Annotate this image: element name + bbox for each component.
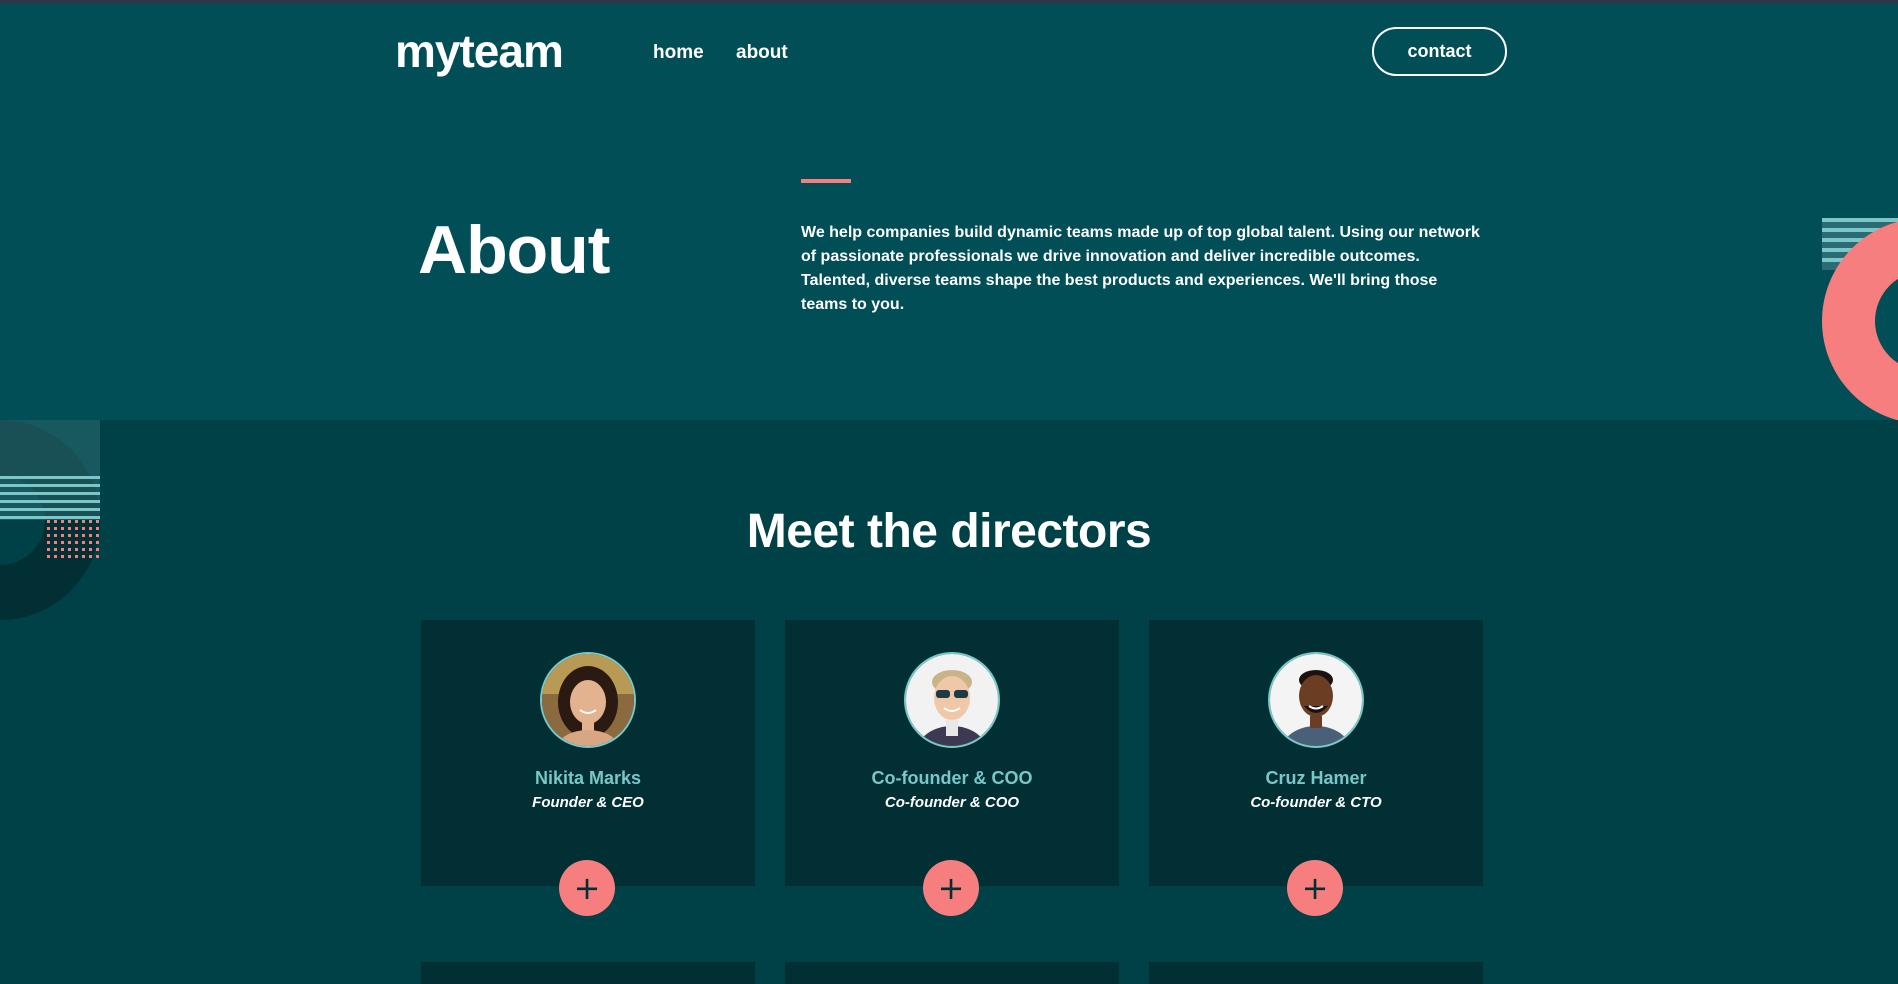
accent-bar xyxy=(801,179,851,183)
page-title: About xyxy=(418,212,610,288)
expand-plus-button[interactable]: + xyxy=(1287,860,1343,916)
director-card: Nikita Marks Founder & CEO + xyxy=(421,620,755,916)
director-card-partial xyxy=(1149,962,1483,984)
director-name: Cruz Hamer xyxy=(1265,768,1367,788)
director-card: Co-founder & COO Co-founder & COO + xyxy=(785,620,1119,916)
director-role: Co-founder & COO xyxy=(884,794,1020,811)
avatar xyxy=(1268,652,1364,748)
hero-section: myteam home about contact About We help … xyxy=(0,4,1898,420)
logo[interactable]: myteam xyxy=(395,24,564,78)
director-name: Nikita Marks xyxy=(534,768,642,788)
avatar xyxy=(904,652,1000,748)
expand-plus-button[interactable]: + xyxy=(923,860,979,916)
director-card: Cruz Hamer Co-founder & CTO + xyxy=(1149,620,1483,916)
directors-section: Meet the directors Nikita Marks Founder … xyxy=(0,420,1898,984)
nav-link-about[interactable]: about xyxy=(736,42,788,64)
avatar xyxy=(540,652,636,748)
director-role: Co-founder & CTO xyxy=(1250,794,1382,811)
director-name: Co-founder & COO xyxy=(871,768,1033,788)
director-card-partial xyxy=(785,962,1119,984)
contact-button[interactable]: contact xyxy=(1372,27,1507,76)
about-description: We help companies build dynamic teams ma… xyxy=(801,224,1480,313)
director-card-partial xyxy=(421,962,755,984)
directors-heading: Meet the directors xyxy=(746,505,1152,558)
decorative-pattern-right xyxy=(1822,218,1898,420)
expand-plus-button[interactable]: + xyxy=(559,860,615,916)
nav-link-home[interactable]: home xyxy=(653,42,704,64)
director-role: Founder & CEO xyxy=(532,794,644,811)
